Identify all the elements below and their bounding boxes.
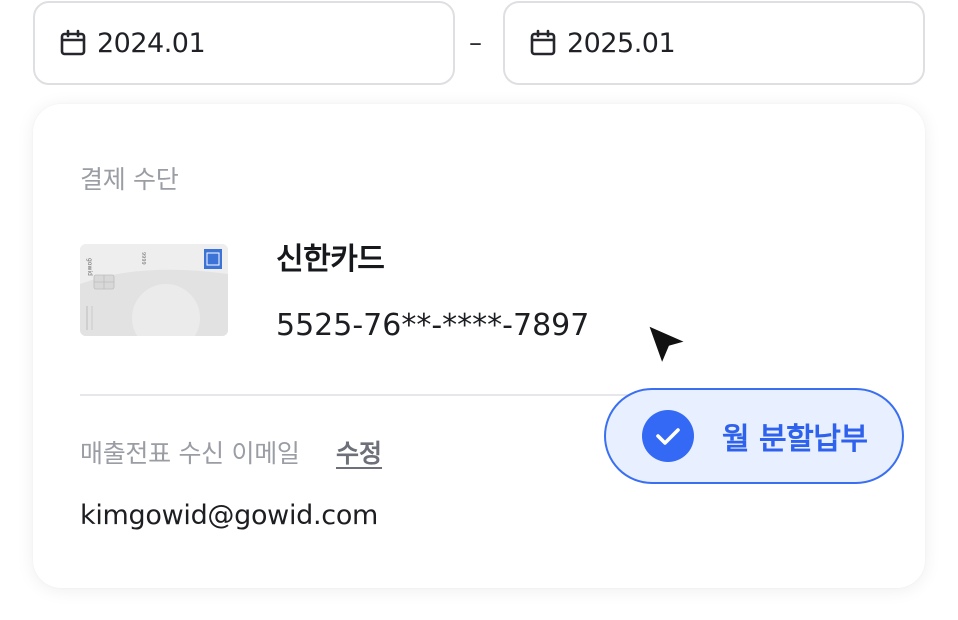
card-number: 5525-76**-****-7897 <box>276 308 590 343</box>
payment-info-panel: 결제 수단 gowid 9999 신한카드 5525-76**-****-789… <box>33 104 925 588</box>
credit-card-image: gowid 9999 <box>80 244 228 336</box>
receipt-email-label: 매출전표 수신 이메일 <box>80 439 300 468</box>
svg-text:gowid: gowid <box>86 258 93 276</box>
card-name: 신한카드 <box>276 242 385 277</box>
date-from-field[interactable]: 2024.01 <box>33 1 455 85</box>
calendar-icon <box>529 29 557 57</box>
date-to-field[interactable]: 2025.01 <box>503 1 925 85</box>
monthly-installment-toggle[interactable]: 월 분할납부 <box>604 388 904 484</box>
pointer-cursor-icon <box>642 318 694 374</box>
payment-method-label: 결제 수단 <box>80 165 179 194</box>
check-icon <box>642 410 694 462</box>
date-from-value: 2024.01 <box>97 27 206 59</box>
installment-label: 월 분할납부 <box>722 422 868 457</box>
svg-text:9999: 9999 <box>140 252 146 265</box>
receipt-email-value: kimgowid@gowid.com <box>80 500 379 531</box>
edit-email-link[interactable]: 수정 <box>336 434 382 470</box>
date-range-separator: – <box>469 28 482 58</box>
date-to-value: 2025.01 <box>567 27 676 59</box>
calendar-icon <box>59 29 87 57</box>
